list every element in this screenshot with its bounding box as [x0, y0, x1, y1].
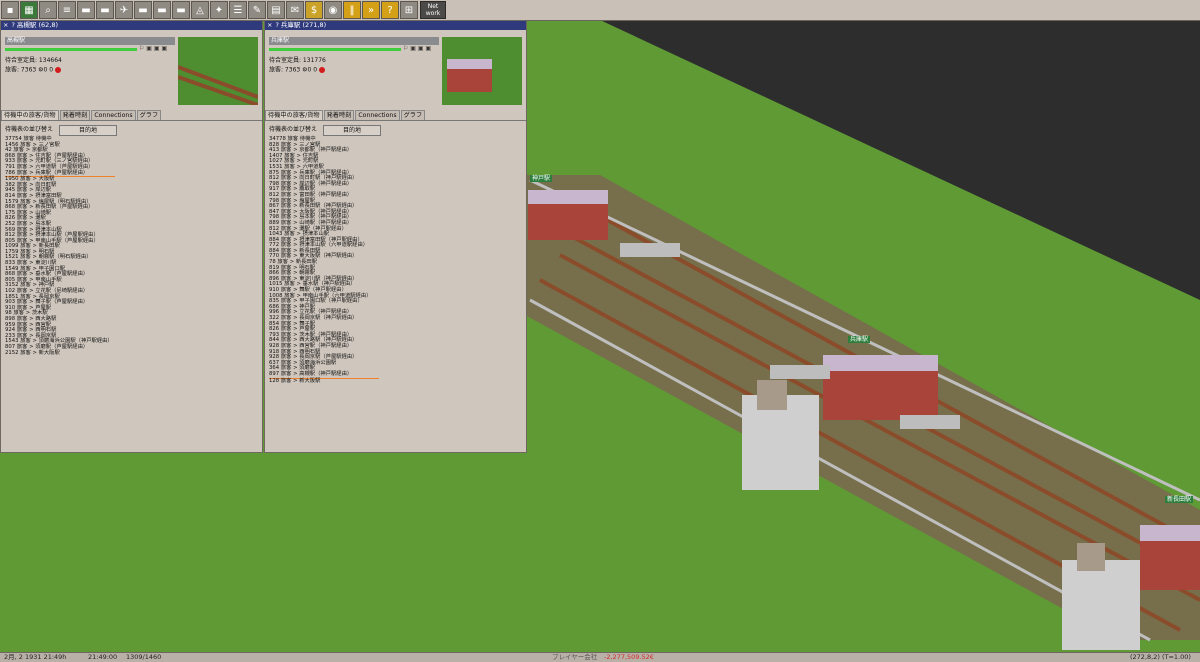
list-item: 2152 旅客 > 新大阪駅 [5, 349, 60, 356]
station-stats: 旅客: 7363 ⚙0 0 [5, 66, 62, 74]
air-tools-icon[interactable]: ✈ [115, 1, 133, 19]
mail-count: 0 [43, 66, 48, 74]
station-building [823, 355, 938, 420]
window-title: 兵庫駅 (271,8) [280, 21, 327, 30]
sort-destination-button[interactable]: 目的地 [323, 125, 381, 136]
no-entry-icon [319, 67, 326, 73]
platform [900, 415, 960, 429]
mail-icon[interactable]: ✉ [286, 1, 304, 19]
tab-connections[interactable]: Connections [91, 110, 136, 120]
close-icon[interactable]: × [3, 22, 8, 29]
help-icon[interactable]: ? [275, 22, 278, 29]
platform [620, 243, 680, 257]
station-window-hyogo[interactable]: × ? 兵庫駅 (271,8) 兵庫駅 ⚐ ▣ ▣ ▣ 待合室定員: 13177… [264, 20, 527, 453]
camera-icon[interactable]: ◉ [324, 1, 342, 19]
tab-departures[interactable]: 発着時刻 [59, 110, 91, 120]
tower-building [742, 380, 819, 490]
station-name-field[interactable]: 兵庫駅 [269, 37, 439, 45]
station-thumbnail[interactable] [178, 37, 258, 105]
grid-icon[interactable]: ⊞ [400, 1, 418, 19]
station-tabs: 待機中の旅客/貨物 発着時刻 Connections グラフ [1, 110, 262, 121]
platform [770, 365, 830, 379]
minimap-icon[interactable]: ▦ [20, 1, 38, 19]
monorail-tools-icon[interactable]: ▬ [134, 1, 152, 19]
terrain-tools-icon[interactable]: ◬ [191, 1, 209, 19]
tab-departures[interactable]: 発着時刻 [323, 110, 355, 120]
capacity-bar [269, 48, 401, 51]
help-icon[interactable]: ? [381, 1, 399, 19]
passenger-count: 旅客: 7363 [5, 66, 37, 74]
window-titlebar[interactable]: × ? 高槻駅 (62,8) [1, 21, 262, 30]
network-button[interactable]: Net work [420, 1, 446, 19]
waiting-capacity: 待合室定員: 131776 [269, 57, 326, 64]
station-window-takatsuki[interactable]: × ? 高槻駅 (62,8) 高槻駅 ⚐ ▣ ▣ ▣ 待合室定員: 134664… [0, 20, 263, 453]
misc-tools-icon[interactable]: ✦ [210, 1, 228, 19]
sort-label: 待機表の並び替え [269, 126, 318, 133]
station-tabs: 待機中の旅客/貨物 発着時刻 Connections グラフ [265, 110, 526, 121]
waiting-capacity: 待合室定員: 134664 [5, 57, 62, 64]
map-sign-hyogo[interactable]: 兵庫駅 [848, 336, 871, 343]
goods-count: 0 [313, 66, 318, 74]
no-entry-icon [55, 67, 62, 73]
passenger-count: 旅客: 7363 [269, 66, 301, 74]
station-building [1140, 525, 1200, 590]
ship-tools-icon[interactable]: ▬ [96, 1, 114, 19]
help-icon[interactable]: ? [11, 22, 14, 29]
tram-tools-icon[interactable]: ▬ [153, 1, 171, 19]
waiting-list: 34778 旅客 待機中 828 旅客 > 三ノ宮駅 413 旅客 > 京都駅（神戸… [269, 136, 524, 384]
station-type-icons: ⚐ ▣ ▣ ▣ [139, 45, 168, 52]
window-titlebar[interactable]: × ? 兵庫駅 (271,8) [265, 21, 526, 30]
tab-graph[interactable]: グラフ [400, 110, 426, 120]
map-sign-kobe[interactable]: 神戸駅 [530, 175, 553, 182]
capacity-bar [5, 48, 137, 51]
goods-count: 0 [49, 66, 54, 74]
fastforward-icon[interactable]: » [362, 1, 380, 19]
tab-waiting[interactable]: 待機中の旅客/貨物 [265, 110, 323, 120]
road-tools-icon[interactable]: ▬ [77, 1, 95, 19]
tab-graph[interactable]: グラフ [136, 110, 162, 120]
main-toolbar: ▪ ▦ ⌕ ≡ ▬ ▬ ✈ ▬ ▬ ▬ ◬ ✦ ☰ ✎ ▤ ✉ $ ◉ ‖ » … [0, 0, 1200, 21]
list-item: 128 旅客 > 新大阪駅 [269, 377, 321, 384]
map-sign-shin-nagata[interactable]: 新長田駅 [1165, 496, 1194, 503]
list-icon[interactable]: ☰ [229, 1, 247, 19]
sort-label: 待機表の並び替え [5, 126, 54, 133]
rail-tools-icon[interactable]: ≡ [58, 1, 76, 19]
schedule-icon[interactable]: ✎ [248, 1, 266, 19]
station-stats: 旅客: 7363 ⚙0 0 [269, 66, 326, 74]
pause-icon[interactable]: ‖ [343, 1, 361, 19]
station-thumbnail[interactable] [442, 37, 522, 105]
window-title: 高槻駅 (62,8) [16, 21, 59, 30]
journal-icon[interactable]: ▤ [267, 1, 285, 19]
station-name-field[interactable]: 高槻駅 [5, 37, 175, 45]
inspect-icon[interactable]: ⌕ [39, 1, 57, 19]
mail-count: 0 [307, 66, 312, 74]
sort-destination-button[interactable]: 目的地 [59, 125, 117, 136]
money-icon[interactable]: $ [305, 1, 323, 19]
station-building [528, 190, 608, 240]
tab-waiting[interactable]: 待機中の旅客/貨物 [1, 110, 59, 120]
save-icon[interactable]: ▪ [1, 1, 19, 19]
close-icon[interactable]: × [267, 22, 272, 29]
station-type-icons: ⚐ ▣ ▣ ▣ [403, 45, 432, 52]
bus-tools-icon[interactable]: ▬ [172, 1, 190, 19]
tab-connections[interactable]: Connections [355, 110, 400, 120]
waiting-list: 37754 旅客 待機中 1456 旅客 > 三ノ宮駅 42 旅客 > 京都駅 868… [5, 136, 260, 356]
